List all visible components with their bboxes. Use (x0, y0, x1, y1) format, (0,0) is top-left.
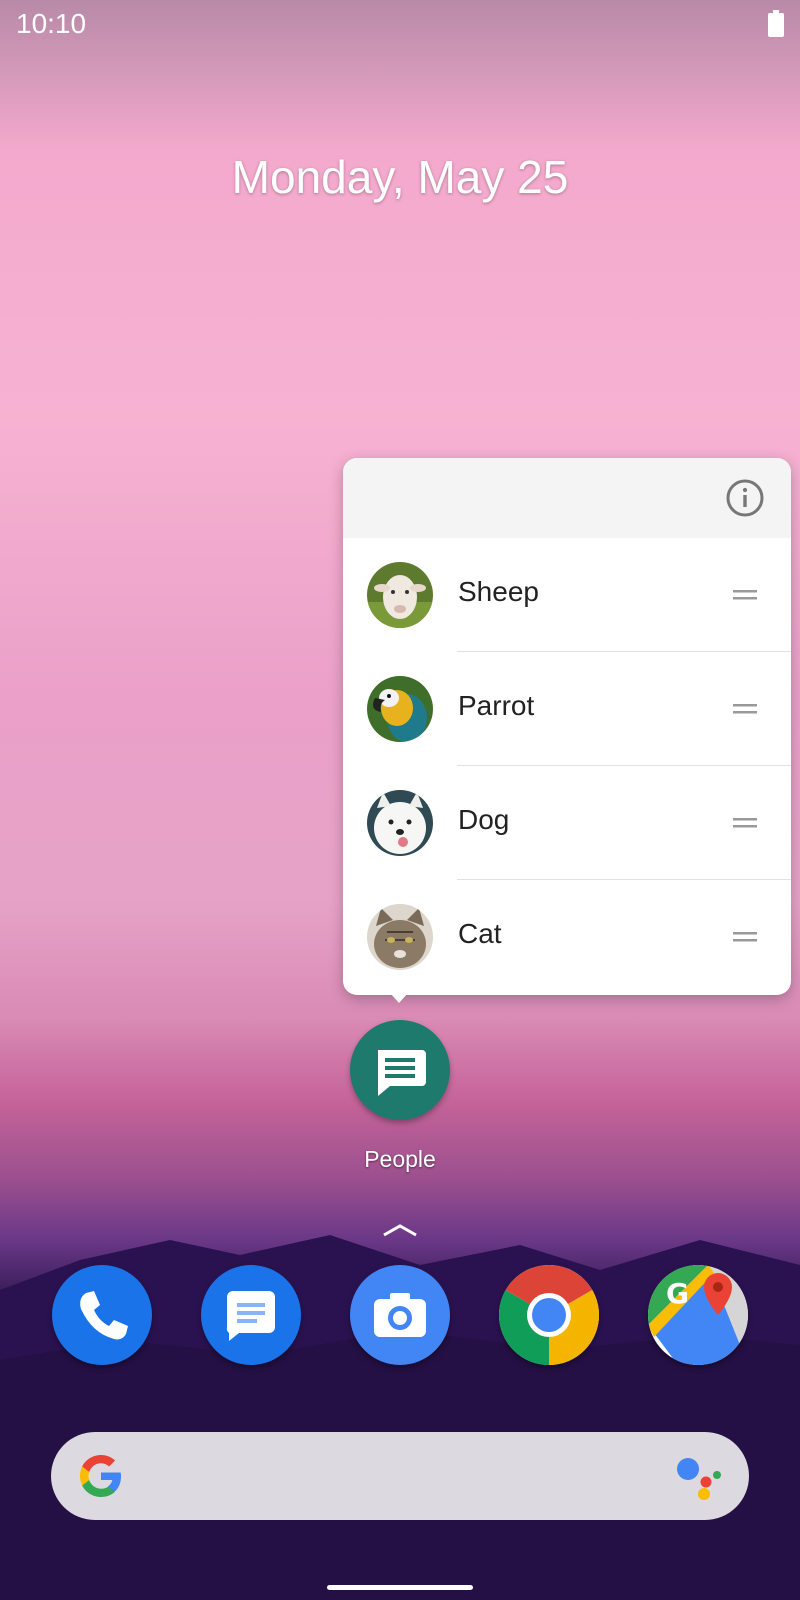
drag-handle-icon[interactable] (733, 931, 757, 943)
gesture-nav-handle[interactable] (327, 1585, 473, 1590)
maps-app-icon[interactable]: G (648, 1265, 748, 1365)
google-search-bar[interactable] (51, 1432, 749, 1520)
messages-icon (226, 1291, 275, 1341)
shortcut-popup: Sheep Parrot Dog Cat (343, 458, 791, 995)
cat-photo-icon (367, 904, 433, 970)
popup-header (343, 458, 791, 538)
messages-app-icon[interactable] (201, 1265, 301, 1365)
drag-handle-icon[interactable] (733, 817, 757, 829)
shortcut-item-dog[interactable]: Dog (343, 766, 791, 880)
svg-text:G: G (666, 1277, 689, 1310)
status-time: 10:10 (16, 8, 87, 39)
shortcut-item-cat[interactable]: Cat (343, 880, 791, 994)
shortcut-label: Sheep (458, 576, 539, 607)
people-app-label[interactable]: People (300, 1146, 500, 1173)
chevron-up-icon[interactable] (382, 1222, 418, 1238)
chrome-icon (499, 1265, 599, 1365)
people-app-icon[interactable] (350, 1020, 450, 1120)
google-g-icon[interactable] (77, 1452, 125, 1500)
chrome-app-icon[interactable] (499, 1265, 599, 1365)
battery-full-icon (768, 10, 784, 37)
parrot-photo-icon (367, 676, 433, 742)
sheep-photo-icon (367, 562, 433, 628)
shortcut-label: Parrot (458, 690, 535, 721)
dog-photo-icon (367, 790, 433, 856)
phone-icon (80, 1291, 128, 1340)
drag-handle-icon[interactable] (733, 703, 757, 715)
message-icon (378, 1050, 426, 1096)
status-bar: 10:10 (0, 0, 800, 50)
date-widget[interactable]: Monday, May 25 (0, 150, 800, 204)
shortcut-item-sheep[interactable]: Sheep (343, 538, 791, 652)
camera-app-icon[interactable] (350, 1265, 450, 1365)
camera-icon (374, 1293, 426, 1337)
drag-handle-icon[interactable] (733, 589, 757, 601)
shortcut-label: Dog (458, 804, 510, 835)
phone-app-icon[interactable] (52, 1265, 152, 1365)
shortcut-label: Cat (458, 918, 502, 949)
info-icon[interactable] (725, 478, 765, 518)
popup-pointer (390, 993, 408, 1003)
maps-icon: G (648, 1265, 748, 1365)
assistant-icon[interactable] (675, 1454, 723, 1502)
shortcut-item-parrot[interactable]: Parrot (343, 652, 791, 766)
